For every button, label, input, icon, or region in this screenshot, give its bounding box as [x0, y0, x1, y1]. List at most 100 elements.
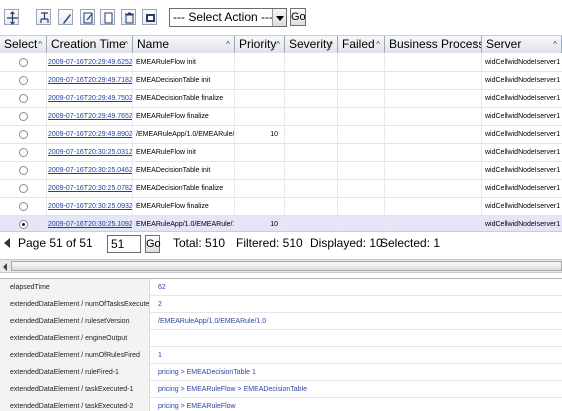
- severity-cell: [285, 144, 338, 162]
- select-cell: [0, 198, 47, 216]
- creation-time-link[interactable]: 2009-07-16T20:29:49.625Z: [47, 54, 133, 72]
- row-select-radio[interactable]: [19, 94, 28, 103]
- table-row[interactable]: 2009-07-16T20:29:49.750Z EMEADecisionTabl…: [0, 90, 562, 108]
- table-row[interactable]: 2009-07-16T20:29:49.718Z EMEADecisionTabl…: [0, 72, 562, 90]
- scroll-left-icon[interactable]: [3, 263, 7, 271]
- table-row[interactable]: 2009-07-16T20:30:25.078Z EMEADecisionTabl…: [0, 180, 562, 198]
- column-header-name[interactable]: Name ^: [133, 36, 235, 53]
- pencil-icon[interactable]: [58, 9, 73, 25]
- detail-row: extendedDataElement / numOfTasksExecuted…: [0, 296, 562, 313]
- column-label: Server: [486, 37, 522, 51]
- name-cell: EMEADecisionTable finalize: [133, 90, 235, 108]
- previous-page-icon[interactable]: [4, 238, 10, 248]
- row-select-radio[interactable]: [19, 202, 28, 211]
- creation-time-link[interactable]: 2009-07-16T20:30:25.031Z: [47, 144, 133, 162]
- detail-row: extendedDataElement / rulesetVersion/EME…: [0, 313, 562, 330]
- business-process-cell: [385, 108, 482, 126]
- row-select-radio[interactable]: [19, 130, 28, 139]
- creation-time-link[interactable]: 2009-07-16T20:29:49.890Z: [47, 126, 133, 144]
- column-header-failed[interactable]: Failed ^: [338, 36, 385, 53]
- detail-row: extendedDataElement / taskExecuted-1 pric…: [0, 381, 562, 398]
- name-cell: EMEARuleFlow finalize: [133, 108, 235, 126]
- creation-time-link[interactable]: 2009-07-16T20:30:25.078Z: [47, 180, 133, 198]
- table-row[interactable]: 2009-07-16T20:30:25.046Z EMEADecisionTabl…: [0, 162, 562, 180]
- creation-time-link[interactable]: 2009-07-16T20:29:49.718Z: [47, 72, 133, 90]
- sort-arrow-icon: ^: [553, 40, 557, 49]
- business-process-cell: [385, 90, 482, 108]
- name-cell: EMEARuleFlow finalize: [133, 198, 235, 216]
- row-select-radio[interactable]: [19, 76, 28, 85]
- row-select-radio[interactable]: [19, 112, 28, 121]
- row-select-radio[interactable]: [19, 166, 28, 175]
- business-process-cell: [385, 162, 482, 180]
- filtered-count: Filtered: 510: [236, 236, 303, 250]
- table-row[interactable]: 2009-07-16T20:29:49.890Z/EMEARuleApp/1.0…: [0, 126, 562, 144]
- failed-cell: [338, 180, 385, 198]
- horizontal-scrollbar[interactable]: [0, 259, 562, 273]
- column-header-business-process[interactable]: Business Process ^: [385, 36, 482, 53]
- failed-cell: [338, 198, 385, 216]
- name-cell: EMEARuleFlow init: [133, 144, 235, 162]
- column-header-select[interactable]: Select ^: [0, 36, 47, 53]
- server-cell: widCellwidNodeIserver1: [485, 185, 561, 192]
- creation-time-link[interactable]: 2009-07-16T20:29:49.750Z: [47, 90, 133, 108]
- detail-value: pricing > EMEARuleFlow: [158, 403, 236, 410]
- server-cell: widCellwidNodeIserver1: [485, 167, 561, 174]
- business-process-cell: [385, 198, 482, 216]
- business-process-cell: [385, 54, 482, 72]
- server-cell: widCellwidNodeIserver1: [485, 203, 561, 210]
- table-row[interactable]: 2009-07-16T20:30:25.093Z EMEARuleFlow fin…: [0, 198, 562, 216]
- failed-cell: [338, 108, 385, 126]
- action-go-button[interactable]: Go: [290, 8, 306, 26]
- column-header-severity[interactable]: Severity ^: [285, 36, 338, 53]
- severity-cell: [285, 162, 338, 180]
- scrollbar-thumb[interactable]: [11, 261, 562, 271]
- table-row[interactable]: 2009-07-16T20:30:25.031Z EMEARuleFlow ini…: [0, 144, 562, 162]
- priority-cell: [235, 162, 285, 180]
- page-number-input[interactable]: [107, 235, 141, 253]
- chevron-down-icon[interactable]: [272, 9, 286, 26]
- detail-value: pricing > EMEADecisionTable 1: [158, 369, 256, 376]
- select-cell: [0, 108, 47, 126]
- document-icon[interactable]: [100, 9, 115, 25]
- detail-value: pricing > EMEARuleFlow > EMEADecisionTab…: [158, 386, 308, 393]
- settings-icon[interactable]: [142, 9, 157, 25]
- detail-key: elapsedTime: [0, 279, 150, 296]
- detail-value: 62: [158, 284, 166, 291]
- detail-row: extendedDataElement / ruleFired-1 pricing…: [0, 364, 562, 381]
- creation-time-link[interactable]: 2009-07-16T20:30:25.046Z: [47, 162, 133, 180]
- business-process-cell: [385, 72, 482, 90]
- trash-icon[interactable]: [121, 9, 136, 25]
- displayed-count: Displayed: 10: [310, 236, 383, 250]
- creation-time-link[interactable]: 2009-07-16T20:29:49.765Z: [47, 108, 133, 126]
- row-select-radio[interactable]: [19, 220, 28, 229]
- events-table: Select ^ Creation Time ^ Name ^ Priority ^ S…: [0, 35, 562, 234]
- row-select-radio[interactable]: [19, 184, 28, 193]
- priority-cell: [235, 54, 285, 72]
- server-cell: widCellwidNodeIserver1: [485, 59, 561, 66]
- detail-key: extendedDataElement / rulesetVersion: [0, 313, 150, 330]
- detail-key: extendedDataElement / numOfTasksExecuted: [0, 296, 150, 313]
- edit-icon[interactable]: [80, 9, 95, 25]
- row-select-radio[interactable]: [19, 58, 28, 67]
- pager: Page 51 of 51 Go Total: 510 Filtered: 51…: [0, 231, 562, 255]
- column-header-server[interactable]: Server ^: [482, 36, 562, 53]
- hierarchy-icon[interactable]: [36, 9, 51, 25]
- table-row[interactable]: 2009-07-16T20:29:49.765Z EMEARuleFlow fin…: [0, 108, 562, 126]
- creation-time-link[interactable]: 2009-07-16T20:30:25.093Z: [47, 198, 133, 216]
- action-select[interactable]: --- Select Action ---: [169, 8, 287, 27]
- business-process-cell: [385, 144, 482, 162]
- column-header-priority[interactable]: Priority ^: [235, 36, 285, 53]
- priority-cell: [235, 108, 285, 126]
- failed-cell: [338, 72, 385, 90]
- move-icon[interactable]: [4, 9, 19, 25]
- failed-cell: [338, 126, 385, 144]
- column-header-creation-time[interactable]: Creation Time ^: [47, 36, 133, 53]
- table-row[interactable]: 2009-07-16T20:29:49.625Z EMEARuleFlow ini…: [0, 54, 562, 72]
- column-label: Business Process: [389, 37, 482, 51]
- detail-key: extendedDataElement / numOfRulesFired: [0, 347, 150, 364]
- page-go-button[interactable]: Go: [145, 235, 161, 253]
- select-cell: [0, 144, 47, 162]
- row-select-radio[interactable]: [19, 148, 28, 157]
- failed-cell: [338, 144, 385, 162]
